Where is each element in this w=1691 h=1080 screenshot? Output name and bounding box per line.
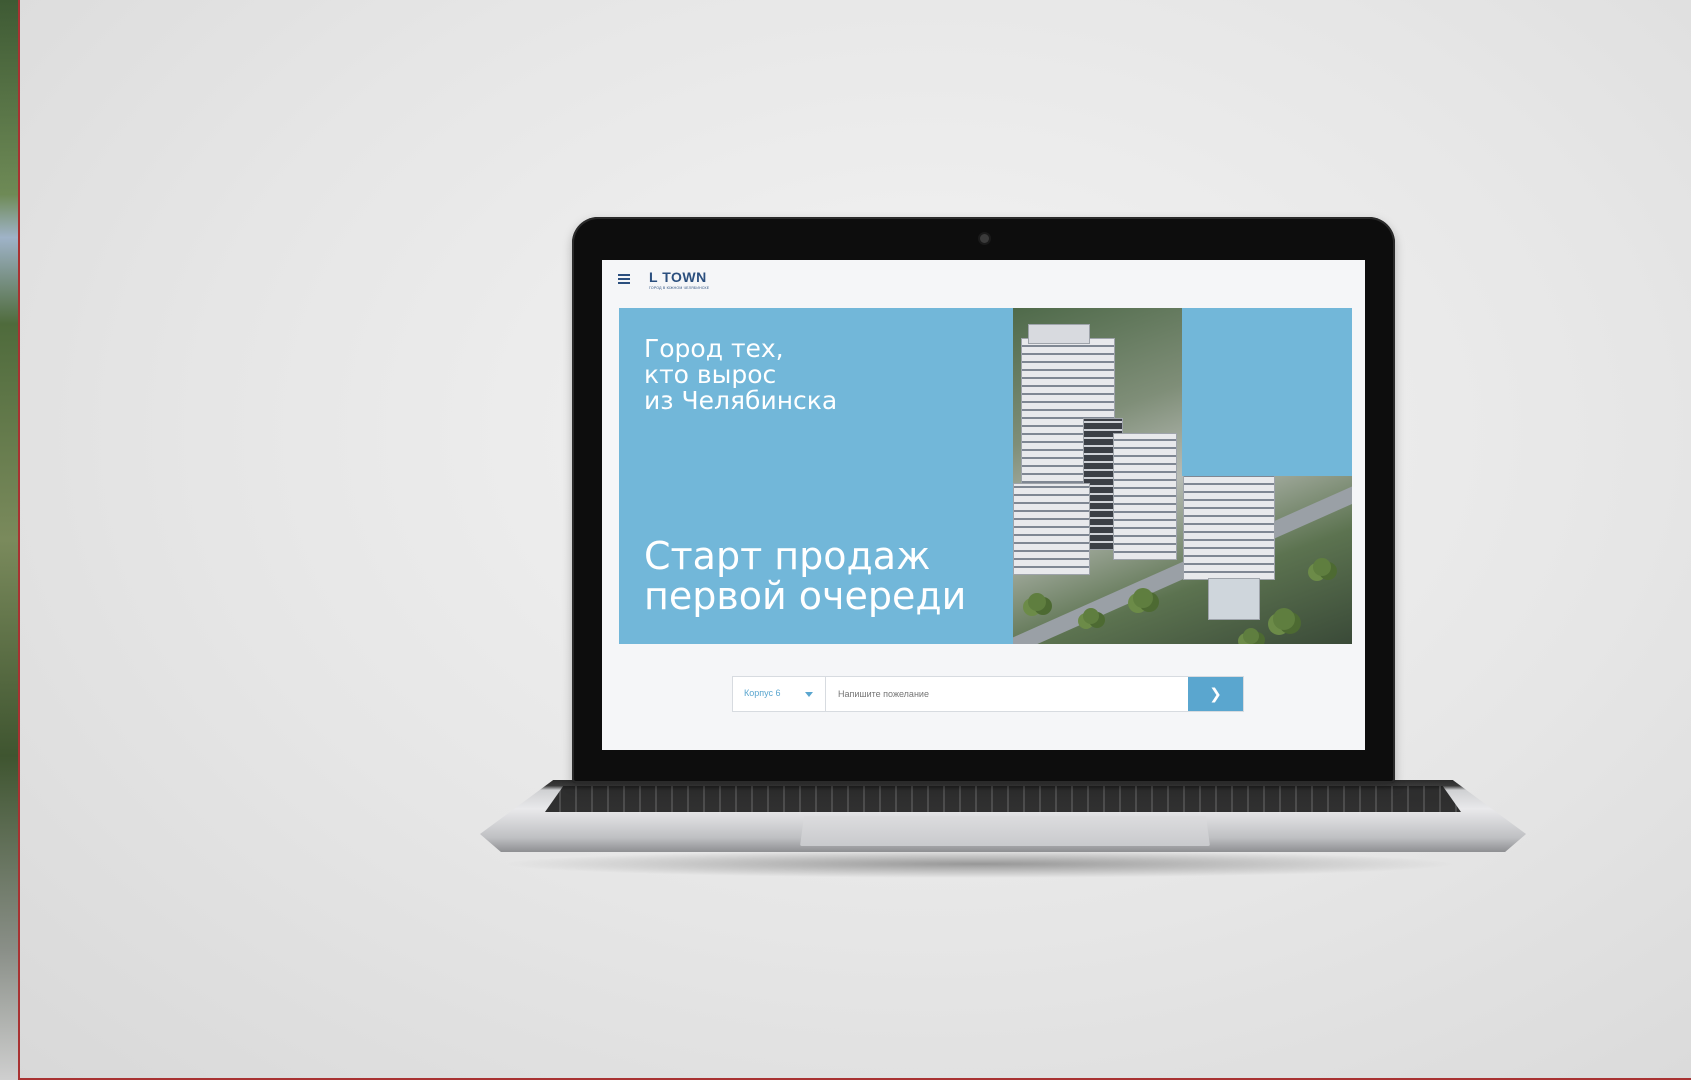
hamburger-menu-icon[interactable] (618, 274, 630, 284)
site-logo[interactable]: L TOWN (649, 269, 707, 285)
building-select-value: Корпус 6 (744, 688, 781, 698)
laptop-keyboard (545, 786, 1461, 812)
building-select[interactable]: Корпус 6 (733, 677, 826, 711)
hero-tagline: Город тех, кто вырос из Челябинска (644, 334, 838, 415)
hero-headline: Старт продаж первой очереди (644, 534, 967, 618)
laptop-screen: L TOWN ГОРОД В ЮЖНОМ ЧЕЛЯБИНСКЕ Город те… (602, 260, 1365, 750)
chevron-right-icon: ❯ (1209, 685, 1222, 703)
laptop-shadow (500, 850, 1460, 878)
submit-button[interactable]: ❯ (1188, 677, 1243, 711)
chevron-down-icon (805, 692, 813, 697)
background-photo-strip (0, 0, 20, 1080)
search-bar: Корпус 6 ❯ (732, 676, 1244, 712)
hero-color-block (1182, 308, 1352, 476)
site-logo-subtitle: ГОРОД В ЮЖНОМ ЧЕЛЯБИНСКЕ (649, 286, 710, 290)
wish-input[interactable] (826, 677, 1186, 711)
laptop-touchpad (800, 816, 1210, 846)
webcam-icon (980, 234, 989, 243)
